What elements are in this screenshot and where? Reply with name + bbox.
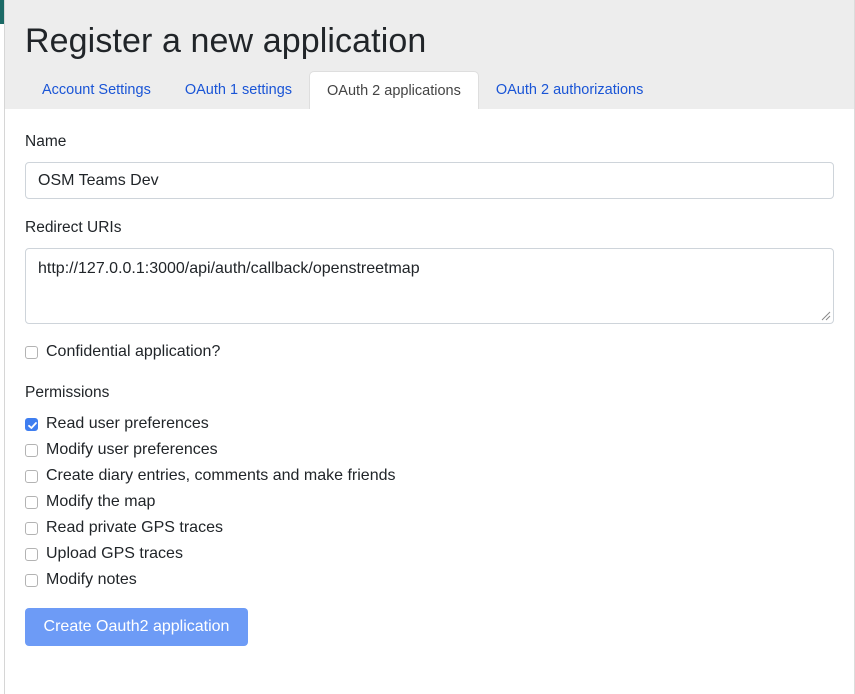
permission-write-api[interactable]: Modify the map — [25, 492, 155, 512]
permission-checkbox[interactable] — [25, 573, 38, 587]
resize-grip-icon[interactable] — [821, 311, 831, 321]
name-label: Name — [25, 133, 67, 150]
page-title: Register a new application — [25, 22, 427, 60]
tab-oauth1-settings[interactable]: OAuth 1 settings — [168, 71, 309, 109]
permission-checkbox[interactable] — [25, 547, 38, 561]
redirect-uris-textarea[interactable]: http://127.0.0.1:3000/api/auth/callback/… — [25, 248, 834, 324]
create-application-button[interactable]: Create Oauth2 application — [25, 608, 248, 646]
permission-label: Upload GPS traces — [46, 545, 183, 562]
permission-label: Modify notes — [46, 571, 137, 588]
permission-checkbox[interactable] — [25, 469, 38, 483]
permission-write-gpx[interactable]: Upload GPS traces — [25, 544, 183, 564]
tab-account-settings[interactable]: Account Settings — [25, 71, 168, 109]
redirect-uris-label: Redirect URIs — [25, 219, 122, 236]
permissions-heading: Permissions — [25, 384, 110, 401]
permission-label: Read user preferences — [46, 415, 209, 432]
permission-write-prefs[interactable]: Modify user preferences — [25, 440, 218, 460]
confidential-label: Confidential application? — [46, 343, 221, 360]
permission-checkbox[interactable] — [25, 495, 38, 509]
permission-checkbox[interactable] — [25, 443, 38, 457]
confidential-checkbox[interactable] — [25, 345, 38, 359]
settings-tabs: Account Settings OAuth 1 settings OAuth … — [25, 71, 660, 109]
permission-label: Read private GPS traces — [46, 519, 223, 536]
permission-label: Modify the map — [46, 493, 156, 510]
tab-oauth2-applications[interactable]: OAuth 2 applications — [309, 71, 479, 109]
permission-checkbox[interactable] — [25, 417, 38, 431]
name-input[interactable]: OSM Teams Dev — [25, 162, 834, 199]
confidential-checkbox-row[interactable]: Confidential application? — [25, 342, 220, 362]
permission-read-gpx[interactable]: Read private GPS traces — [25, 518, 223, 538]
redirect-uris-value: http://127.0.0.1:3000/api/auth/callback/… — [38, 260, 420, 277]
permission-write-diary[interactable]: Create diary entries, comments and make … — [25, 466, 395, 486]
permission-read-prefs[interactable]: Read user preferences — [25, 414, 209, 434]
permission-label: Create diary entries, comments and make … — [46, 467, 396, 484]
permission-label: Modify user preferences — [46, 441, 218, 458]
permission-checkbox[interactable] — [25, 521, 38, 535]
tab-oauth2-authorizations[interactable]: OAuth 2 authorizations — [479, 71, 661, 109]
checkmark-icon — [28, 421, 37, 429]
page-header: Register a new application Account Setti… — [5, 0, 854, 109]
permission-write-notes[interactable]: Modify notes — [25, 570, 137, 590]
